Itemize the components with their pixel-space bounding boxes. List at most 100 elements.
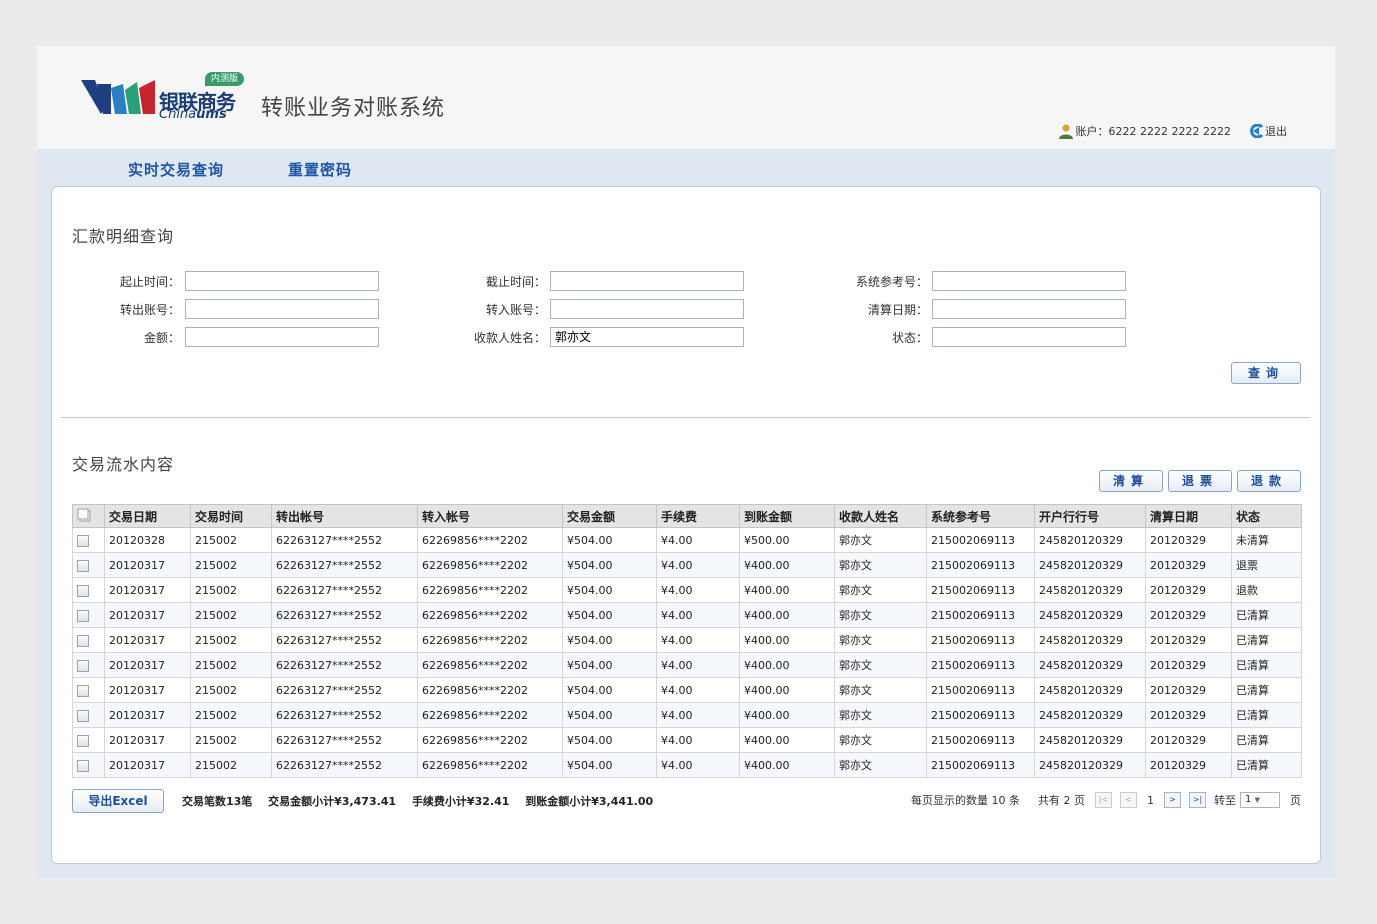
logout-label: 退出 [1265, 125, 1287, 138]
table-cell: 20120317 [104, 702, 191, 728]
in-account-input[interactable] [550, 299, 744, 319]
table-cell: 215002 [190, 577, 272, 603]
amount-input[interactable] [185, 327, 379, 347]
table-row[interactable]: 20120317 215002 62263127****2552 62269856**… [72, 602, 1302, 628]
table-row[interactable]: 20120328 215002 62263127****2552 62269856**… [72, 527, 1302, 553]
refund-ticket-button[interactable]: 退票 [1168, 470, 1232, 492]
table-cell: 62263127****2552 [271, 652, 418, 678]
table-cell: ¥4.00 [656, 577, 740, 603]
table-cell: 62269856****2202 [417, 577, 563, 603]
first-page-icon[interactable]: |< [1095, 792, 1112, 808]
table-row[interactable]: 20120317 215002 62263127****2552 62269856**… [72, 677, 1302, 703]
row-checkbox[interactable] [77, 709, 89, 722]
table-cell: ¥504.00 [562, 627, 657, 653]
table-cell: 郭亦文 [834, 652, 927, 678]
table-cell: 62263127****2552 [271, 627, 418, 653]
row-checkbox[interactable] [77, 734, 89, 747]
main-nav: 实时交易查询 重置密码 [37, 149, 1335, 186]
row-checkbox[interactable] [77, 684, 89, 697]
row-checkbox-cell [72, 627, 105, 653]
row-checkbox-cell [72, 702, 105, 728]
row-checkbox[interactable] [77, 584, 89, 597]
table-cell: ¥4.00 [656, 602, 740, 628]
table-cell: 20120329 [1145, 627, 1232, 653]
refund-button[interactable]: 退款 [1237, 470, 1301, 492]
payee-name-input[interactable] [550, 327, 744, 347]
table-cell: ¥504.00 [562, 727, 657, 753]
row-checkbox[interactable] [77, 609, 89, 622]
col-header[interactable]: 手续费 [656, 504, 740, 528]
goto-page-select[interactable]: 1 ▼ [1240, 792, 1280, 808]
export-excel-button[interactable]: 导出Excel [72, 789, 164, 813]
col-header[interactable]: 收款人姓名 [834, 504, 927, 528]
pagination: 每页显示的数量 10 条 共有 2 页 |< < 1 > >| 转至 1 ▼ 页 [911, 792, 1301, 808]
col-header[interactable]: 转出帐号 [271, 504, 418, 528]
nav-reset-password[interactable]: 重置密码 [288, 159, 352, 180]
col-header[interactable]: 开户行行号 [1034, 504, 1146, 528]
table-row[interactable]: 20120317 215002 62263127****2552 62269856**… [72, 627, 1302, 653]
status-input[interactable] [932, 327, 1126, 347]
table-row[interactable]: 20120317 215002 62263127****2552 62269856**… [72, 727, 1302, 753]
row-checkbox[interactable] [77, 759, 89, 772]
table-cell: 215002 [190, 602, 272, 628]
row-checkbox[interactable] [77, 659, 89, 672]
table-cell: 245820120329 [1034, 702, 1146, 728]
row-checkbox-cell [72, 602, 105, 628]
nav-realtime-query[interactable]: 实时交易查询 [128, 159, 224, 180]
col-header[interactable]: 交易日期 [104, 504, 191, 528]
end-time-input[interactable] [550, 271, 744, 291]
col-header[interactable]: 转入帐号 [417, 504, 563, 528]
table-cell: 62269856****2202 [417, 552, 563, 578]
col-header[interactable]: 交易金额 [562, 504, 657, 528]
table-row[interactable]: 20120317 215002 62263127****2552 62269856**… [72, 702, 1302, 728]
row-checkbox[interactable] [77, 634, 89, 647]
col-header[interactable]: 交易时间 [190, 504, 272, 528]
table-cell: 215002069113 [926, 627, 1035, 653]
table-cell: 20120317 [104, 602, 191, 628]
table-cell: ¥4.00 [656, 527, 740, 553]
table-cell: 62269856****2202 [417, 752, 563, 778]
system-title: 转账业务对账系统 [261, 96, 446, 121]
table-cell: 20120329 [1145, 727, 1232, 753]
ref-no-input[interactable] [932, 271, 1126, 291]
table-row[interactable]: 20120317 215002 62263127****2552 62269856**… [72, 552, 1302, 578]
table-cell: 20120317 [104, 727, 191, 753]
row-checkbox-cell [72, 652, 105, 678]
row-checkbox[interactable] [77, 559, 89, 572]
prev-page-icon[interactable]: < [1120, 792, 1137, 808]
select-all-checkbox[interactable] [72, 504, 105, 528]
logout-button[interactable]: 退出 [1249, 123, 1287, 139]
search-button[interactable]: 查询 [1231, 362, 1301, 384]
table-cell: ¥4.00 [656, 677, 740, 703]
total-received: 到账金额小计¥3,441.00 [525, 795, 654, 808]
table-row[interactable]: 20120317 215002 62263127****2552 62269856**… [72, 652, 1302, 678]
table-row[interactable]: 20120317 215002 62263127****2552 62269856**… [72, 752, 1302, 778]
col-header[interactable]: 到账金额 [739, 504, 835, 528]
col-header[interactable]: 清算日期 [1145, 504, 1232, 528]
status-label: 状态： [891, 331, 928, 345]
table-cell: ¥4.00 [656, 652, 740, 678]
table-cell: 215002069113 [926, 652, 1035, 678]
table-footer: 导出Excel 交易笔数13笔 交易金额小计¥3,473.41 手续费小计¥32… [72, 789, 1301, 813]
settle-button[interactable]: 清算 [1099, 470, 1163, 492]
table-cell: 郭亦文 [834, 552, 927, 578]
table-cell: ¥504.00 [562, 702, 657, 728]
table-cell: 郭亦文 [834, 677, 927, 703]
table-row[interactable]: 20120317 215002 62263127****2552 62269856**… [72, 577, 1302, 603]
start-time-input[interactable] [185, 271, 379, 291]
col-header[interactable]: 系统参考号 [926, 504, 1035, 528]
table-cell: 215002069113 [926, 602, 1035, 628]
table-cell: 已清算 [1231, 652, 1302, 678]
next-page-icon[interactable]: > [1164, 792, 1181, 808]
table-cell: 郭亦文 [834, 702, 927, 728]
out-account-input[interactable] [185, 299, 379, 319]
table-cell: 215002069113 [926, 527, 1035, 553]
table-cell: ¥4.00 [656, 552, 740, 578]
table-cell: ¥4.00 [656, 627, 740, 653]
table-cell: 62269856****2202 [417, 527, 563, 553]
last-page-icon[interactable]: >| [1189, 792, 1206, 808]
query-row-2: 转出账号： 转入账号： 清算日期： [52, 299, 1320, 321]
row-checkbox[interactable] [77, 534, 89, 547]
settle-date-input[interactable] [932, 299, 1126, 319]
col-header[interactable]: 状态 [1231, 504, 1302, 528]
